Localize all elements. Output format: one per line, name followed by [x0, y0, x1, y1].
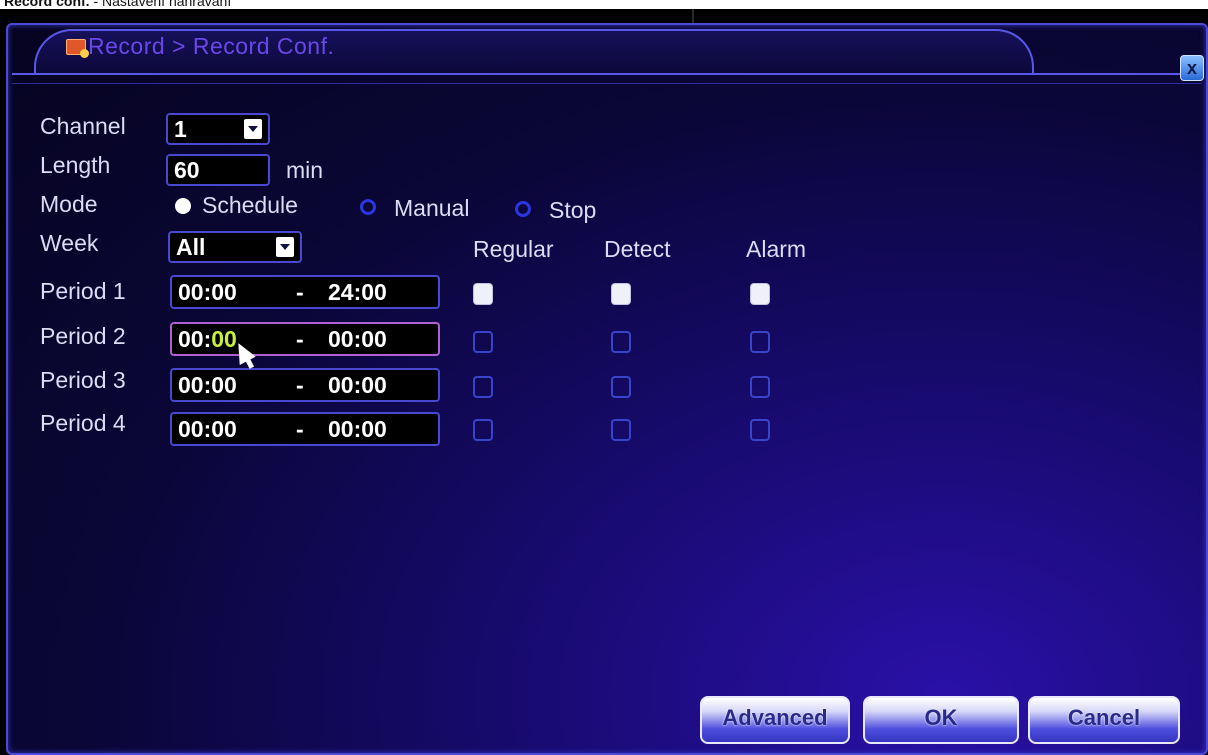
period-1-start-minute: 00 [211, 279, 237, 305]
period-4-time-range[interactable]: 00:00 - 00:00 [170, 412, 440, 446]
period-3-start-hour: 00 [178, 372, 204, 398]
period-1-label: Period 1 [40, 278, 126, 304]
length-input[interactable]: 60 [166, 154, 270, 186]
week-value: All [176, 234, 206, 260]
range-separator: - [296, 372, 304, 398]
period-1-detect-checkbox[interactable] [611, 283, 631, 305]
channel-select[interactable]: 1 [166, 113, 270, 145]
radio-stop[interactable] [515, 201, 531, 217]
period-3-start[interactable]: 00:00 [178, 372, 237, 399]
period-3-label: Period 3 [40, 367, 126, 393]
chevron-down-icon[interactable] [276, 237, 294, 257]
length-label: Length [40, 152, 111, 178]
channel-value: 1 [174, 116, 187, 142]
period-4-detect-checkbox[interactable] [611, 419, 631, 441]
title-divider [12, 73, 1202, 75]
period-2-start[interactable]: 00:00 [178, 326, 237, 353]
window-title: Record > Record Conf. [88, 33, 335, 59]
period-2-time-range[interactable]: 00:00 - 00:00 [170, 322, 440, 356]
channel-label: Channel [40, 113, 126, 139]
period-4-start[interactable]: 00:00 [178, 416, 237, 443]
period-3-start-minute: 00 [211, 372, 237, 398]
column-regular: Regular [473, 236, 554, 262]
period-1-start[interactable]: 00:00 [178, 279, 237, 306]
range-separator: - [296, 279, 304, 305]
period-1-regular-checkbox[interactable] [473, 283, 493, 305]
period-3-detect-checkbox[interactable] [611, 376, 631, 398]
period-4-start-minute: 00 [211, 416, 237, 442]
period-2-detect-checkbox[interactable] [611, 331, 631, 353]
length-unit: min [286, 157, 324, 183]
period-1-start-hour: 00 [178, 279, 204, 305]
cancel-button[interactable]: Cancel [1028, 696, 1180, 744]
page-caption: Record conf. - Nastavení nahrávání [4, 0, 231, 9]
record-icon [66, 39, 89, 58]
mode-label: Mode [40, 191, 98, 217]
title-divider-inner [12, 83, 1202, 84]
period-3-time-range[interactable]: 00:00 - 00:00 [170, 368, 440, 402]
advanced-button[interactable]: Advanced [700, 696, 850, 744]
radio-manual[interactable] [360, 199, 376, 215]
caption-bold: Record conf. [4, 0, 90, 9]
title-bar: Record > Record Conf. x [8, 25, 1206, 85]
record-conf-window: Record > Record Conf. x Channel 1 Length… [6, 23, 1208, 755]
period-2-end[interactable]: 00:00 [328, 326, 387, 353]
period-2-label: Period 2 [40, 323, 126, 349]
range-separator: - [296, 416, 304, 442]
period-1-end[interactable]: 24:00 [328, 279, 387, 306]
period-2-regular-checkbox[interactable] [473, 331, 493, 353]
period-3-alarm-checkbox[interactable] [750, 376, 770, 398]
close-button[interactable]: x [1180, 55, 1204, 81]
mode-stop-label: Stop [549, 197, 597, 223]
period-4-label: Period 4 [40, 410, 126, 436]
period-2-start-hour: 00 [178, 326, 204, 352]
column-alarm: Alarm [746, 236, 807, 262]
radio-schedule[interactable] [175, 198, 191, 214]
period-4-end[interactable]: 00:00 [328, 416, 387, 443]
dvr-screen: Record > Record Conf. x Channel 1 Length… [0, 9, 1208, 755]
ok-button[interactable]: OK [863, 696, 1019, 744]
chevron-down-icon[interactable] [244, 119, 262, 139]
period-4-alarm-checkbox[interactable] [750, 419, 770, 441]
period-3-regular-checkbox[interactable] [473, 376, 493, 398]
period-1-time-range[interactable]: 00:00 - 24:00 [170, 275, 440, 309]
week-label: Week [40, 230, 99, 256]
mode-schedule-label: Schedule [202, 192, 298, 218]
caption-text: - Nastavení nahrávání [89, 0, 232, 9]
period-3-end[interactable]: 00:00 [328, 372, 387, 399]
week-select[interactable]: All [168, 231, 302, 263]
range-separator: - [296, 326, 304, 352]
mode-manual-label: Manual [394, 195, 470, 221]
period-4-start-hour: 00 [178, 416, 204, 442]
period-2-alarm-checkbox[interactable] [750, 331, 770, 353]
period-4-regular-checkbox[interactable] [473, 419, 493, 441]
column-detect: Detect [604, 236, 671, 262]
period-1-alarm-checkbox[interactable] [750, 283, 770, 305]
